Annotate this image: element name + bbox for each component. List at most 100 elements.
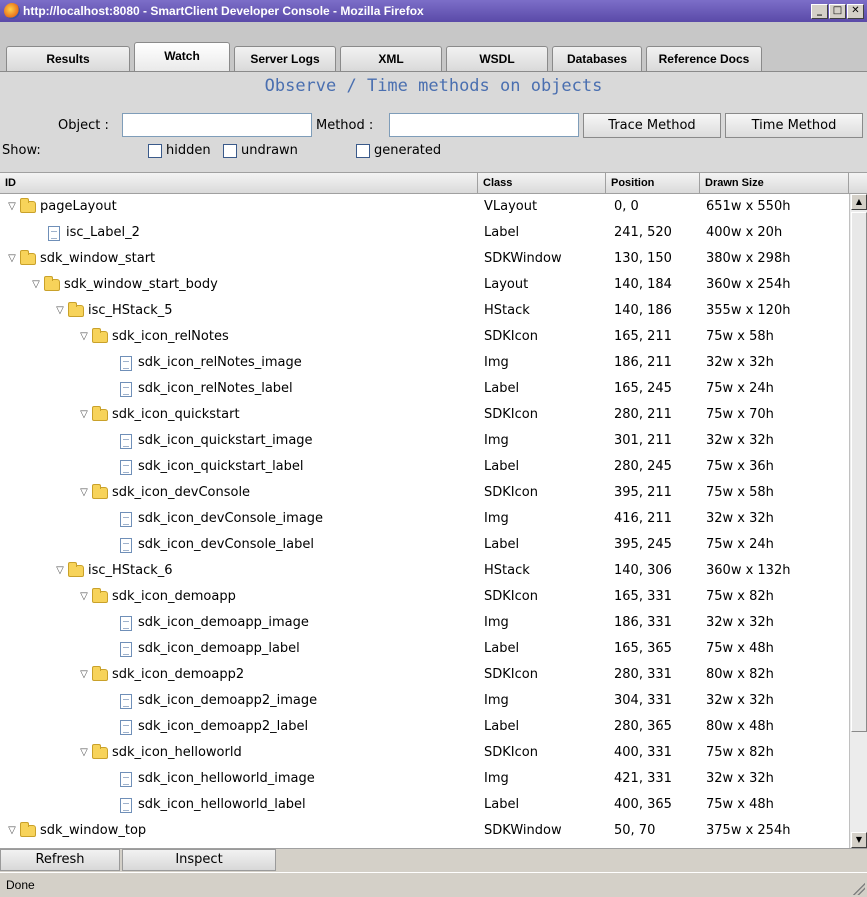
object-id: isc_HStack_6 [88,563,173,578]
show-label: Show: [2,143,41,158]
folder-icon [92,744,108,759]
table-row[interactable]: ▽ sdk_icon_quickstart SDKIcon 280, 211 75w x… [0,402,849,428]
tab-watch[interactable]: Watch [134,42,230,72]
minimize-button[interactable]: _ [811,3,828,19]
table-row[interactable]: ▽ sdk_window_start_body Layout 140, 184 360w… [0,272,849,298]
table-row[interactable]: sdk_icon_demoapp2_label Label 280, 365 80w … [0,714,849,740]
drawn-size-cell: 75w x 36h [706,459,774,474]
table-row[interactable]: sdk_icon_demoapp_image Img 186, 331 32w x 3… [0,610,849,636]
window-title-bar: http://localhost:8080 - SmartClient Deve… [0,0,867,22]
id-cell: sdk_icon_relNotes_label [102,376,293,402]
folder-icon [68,302,84,317]
column-header-position[interactable]: Position [606,173,700,194]
table-row[interactable]: ▽ isc_HStack_5 HStack 140, 186 355w x 120h [0,298,849,324]
tab-xml[interactable]: XML [340,46,442,72]
table-row[interactable]: sdk_icon_helloworld_label Label 400, 365 75… [0,792,849,818]
table-row[interactable]: ▽ sdk_window_start SDKWindow 130, 150 380w x… [0,246,849,272]
trace-method-button[interactable]: Trace Method [583,113,721,138]
expand-toggle-icon[interactable]: ▽ [78,487,90,499]
tab-server-logs[interactable]: Server Logs [234,46,336,72]
expand-toggle-icon[interactable]: ▽ [78,331,90,343]
position-cell: 165, 365 [614,641,672,656]
scroll-down-button[interactable]: ▼ [851,832,867,848]
generated-checkbox[interactable] [356,144,370,158]
time-method-button[interactable]: Time Method [725,113,863,138]
table-row[interactable]: sdk_icon_devConsole_label Label 395, 245 75… [0,532,849,558]
class-cell: Label [484,641,520,656]
expand-toggle-icon[interactable]: ▽ [6,201,18,213]
file-icon [120,433,132,449]
tab-results[interactable]: Results [6,46,130,72]
drawn-size-cell: 32w x 32h [706,771,774,786]
object-id: sdk_icon_helloworld_image [138,771,315,786]
table-row[interactable]: sdk_icon_devConsole_image Img 416, 211 32w … [0,506,849,532]
file-icon [120,771,132,787]
object-input[interactable] [122,113,312,137]
column-header-id[interactable]: ID [0,173,478,194]
expand-toggle-icon[interactable]: ▽ [78,409,90,421]
file-icon [120,511,132,527]
refresh-button[interactable]: Refresh [0,849,120,871]
expand-toggle-icon[interactable]: ▽ [30,279,42,291]
object-id: sdk_icon_helloworld_label [138,797,306,812]
class-cell: Img [484,355,509,370]
object-id: sdk_window_top [40,823,147,838]
id-cell: ▽ sdk_icon_helloworld [78,740,242,766]
drawn-size-cell: 32w x 32h [706,433,774,448]
expand-toggle-icon[interactable]: ▽ [54,305,66,317]
table-row[interactable]: ▽ pageLayout VLayout 0, 0 651w x 550h [0,194,849,220]
scroll-up-button[interactable]: ▲ [851,194,867,210]
table-row[interactable]: sdk_icon_relNotes_image Img 186, 211 32w x … [0,350,849,376]
id-cell: ▽ sdk_window_top [6,818,146,844]
table-row[interactable]: sdk_icon_quickstart_image Img 301, 211 32w … [0,428,849,454]
expand-toggle-icon[interactable]: ▽ [78,747,90,759]
method-input[interactable] [389,113,579,137]
undrawn-checkbox[interactable] [223,144,237,158]
table-row[interactable]: ▽ sdk_icon_demoapp SDKIcon 165, 331 75w x 82… [0,584,849,610]
close-button[interactable]: ✕ [847,3,864,19]
expand-toggle-icon[interactable]: ▽ [78,591,90,603]
id-cell: sdk_icon_quickstart_image [102,428,313,454]
panel-title: Observe / Time methods on objects [264,76,603,96]
table-row[interactable]: ▽ sdk_window_top SDKWindow 50, 70 375w x 254… [0,818,849,844]
table-row[interactable]: ▽ isc_HStack_6 HStack 140, 306 360w x 132h [0,558,849,584]
object-id: sdk_icon_quickstart_image [138,433,313,448]
id-cell: isc_Label_2 [30,220,140,246]
table-row[interactable]: isc_Label_2 Label 241, 520 400w x 20h [0,220,849,246]
table-row[interactable]: sdk_icon_helloworld_image Img 421, 331 32w … [0,766,849,792]
class-cell: SDKIcon [484,667,538,682]
maximize-button[interactable]: □ [829,3,846,19]
scroll-thumb[interactable] [851,212,867,732]
class-cell: Label [484,537,520,552]
expand-toggle-icon[interactable]: ▽ [6,825,18,837]
vertical-scrollbar[interactable]: ▲ ▼ [849,194,867,848]
inspect-button[interactable]: Inspect [122,849,276,871]
expand-toggle-icon[interactable]: ▽ [6,253,18,265]
folder-icon [68,562,84,577]
expand-toggle-icon[interactable]: ▽ [78,669,90,681]
id-cell: sdk_icon_demoapp_label [102,636,300,662]
id-cell: ▽ isc_HStack_5 [54,298,173,324]
expand-toggle-icon[interactable]: ▽ [54,565,66,577]
drawn-size-cell: 380w x 298h [706,251,791,266]
tab-databases[interactable]: Databases [552,46,642,72]
table-row[interactable]: ▽ sdk_icon_demoapp2 SDKIcon 280, 331 80w x 8… [0,662,849,688]
table-row[interactable]: ▽ sdk_icon_devConsole SDKIcon 395, 211 75w x… [0,480,849,506]
tab-wsdl[interactable]: WSDL [446,46,548,72]
table-row[interactable]: sdk_icon_relNotes_label Label 165, 245 75w … [0,376,849,402]
class-cell: Label [484,225,520,240]
table-row[interactable]: sdk_icon_quickstart_label Label 280, 245 75… [0,454,849,480]
tab-reference-docs[interactable]: Reference Docs [646,46,762,72]
resize-grip-icon[interactable] [853,883,865,895]
table-row[interactable]: ▽ sdk_icon_relNotes SDKIcon 165, 211 75w x 5… [0,324,849,350]
class-cell: HStack [484,563,530,578]
table-row[interactable]: sdk_icon_demoapp_label Label 165, 365 75w x… [0,636,849,662]
drawn-size-cell: 75w x 58h [706,329,774,344]
hidden-checkbox[interactable] [148,144,162,158]
object-id: sdk_icon_demoapp2_label [138,719,309,734]
table-row[interactable]: sdk_icon_demoapp2_image Img 304, 331 32w x … [0,688,849,714]
table-row[interactable]: ▽ sdk_icon_helloworld SDKIcon 400, 331 75w x… [0,740,849,766]
column-header-class[interactable]: Class [478,173,606,194]
column-header-drawn-size[interactable]: Drawn Size [700,173,849,194]
position-cell: 280, 365 [614,719,672,734]
